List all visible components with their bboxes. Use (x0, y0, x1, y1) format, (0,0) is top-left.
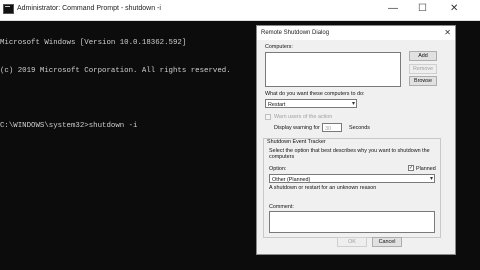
action-select[interactable]: Restart ▾ (265, 99, 357, 108)
tracker-description: Select the option that best describes wh… (269, 148, 430, 160)
maximize-button[interactable]: ☐ (418, 3, 427, 15)
warn-users-label: Warn users of the action (274, 114, 333, 120)
console-line: (c) 2019 Microsoft Corporation. All righ… (0, 67, 231, 75)
action-question-label: What do you want these computers to do: (265, 91, 365, 97)
cmd-titlebar[interactable]: Administrator: Command Prompt - shutdown… (0, 0, 480, 21)
warn-users-checkbox[interactable] (265, 114, 271, 120)
planned-label: Planned (416, 166, 436, 172)
computers-label: Computers: (265, 44, 293, 50)
ok-button[interactable]: OK (337, 237, 367, 247)
tracker-title: Shutdown Event Tracker (267, 139, 326, 145)
dialog-title: Remote Shutdown Dialog (261, 30, 330, 36)
dialog-close-icon[interactable]: ✕ (444, 28, 451, 37)
console-output[interactable]: Microsoft Windows [Version 10.0.18362.59… (0, 21, 231, 150)
dialog-titlebar[interactable]: Remote Shutdown Dialog ✕ (257, 26, 455, 40)
console-line: Microsoft Windows [Version 10.0.18362.59… (0, 39, 187, 48)
console-line: C:\WINDOWS\system32>shutdown -i (0, 122, 138, 131)
reason-description: A shutdown or restart for an unknown rea… (269, 185, 377, 191)
browse-button[interactable]: Browse (409, 76, 437, 86)
cmd-app-icon (3, 4, 14, 14)
option-select-value: Other (Planned) (272, 176, 311, 183)
computers-list[interactable] (265, 52, 401, 87)
comment-textarea[interactable] (269, 211, 435, 233)
add-button[interactable]: Add (409, 51, 437, 61)
display-warning-label: Display warning for (274, 125, 320, 131)
remote-shutdown-dialog: Remote Shutdown Dialog ✕ Computers: Add … (256, 25, 456, 255)
chevron-down-icon: ▾ (429, 176, 433, 182)
option-select[interactable]: Other (Planned) ▾ (269, 174, 435, 183)
close-button[interactable]: ✕ (450, 3, 458, 15)
comment-label: Comment: (269, 204, 294, 210)
option-label: Option: (269, 166, 287, 172)
chevron-down-icon: ▾ (351, 101, 355, 107)
cmd-window-title: Administrator: Command Prompt - shutdown… (17, 5, 161, 12)
warning-seconds-input[interactable]: 30 (322, 123, 342, 132)
check-icon: ✓ (409, 165, 414, 171)
minimize-button[interactable]: — (388, 3, 398, 15)
planned-checkbox[interactable]: ✓ (408, 165, 414, 171)
seconds-label: Seconds (349, 125, 370, 131)
remove-button[interactable]: Remove (409, 64, 437, 74)
action-select-value: Restart (268, 101, 286, 108)
warning-seconds-value: 30 (325, 125, 331, 132)
cancel-button[interactable]: Cancel (372, 237, 402, 247)
